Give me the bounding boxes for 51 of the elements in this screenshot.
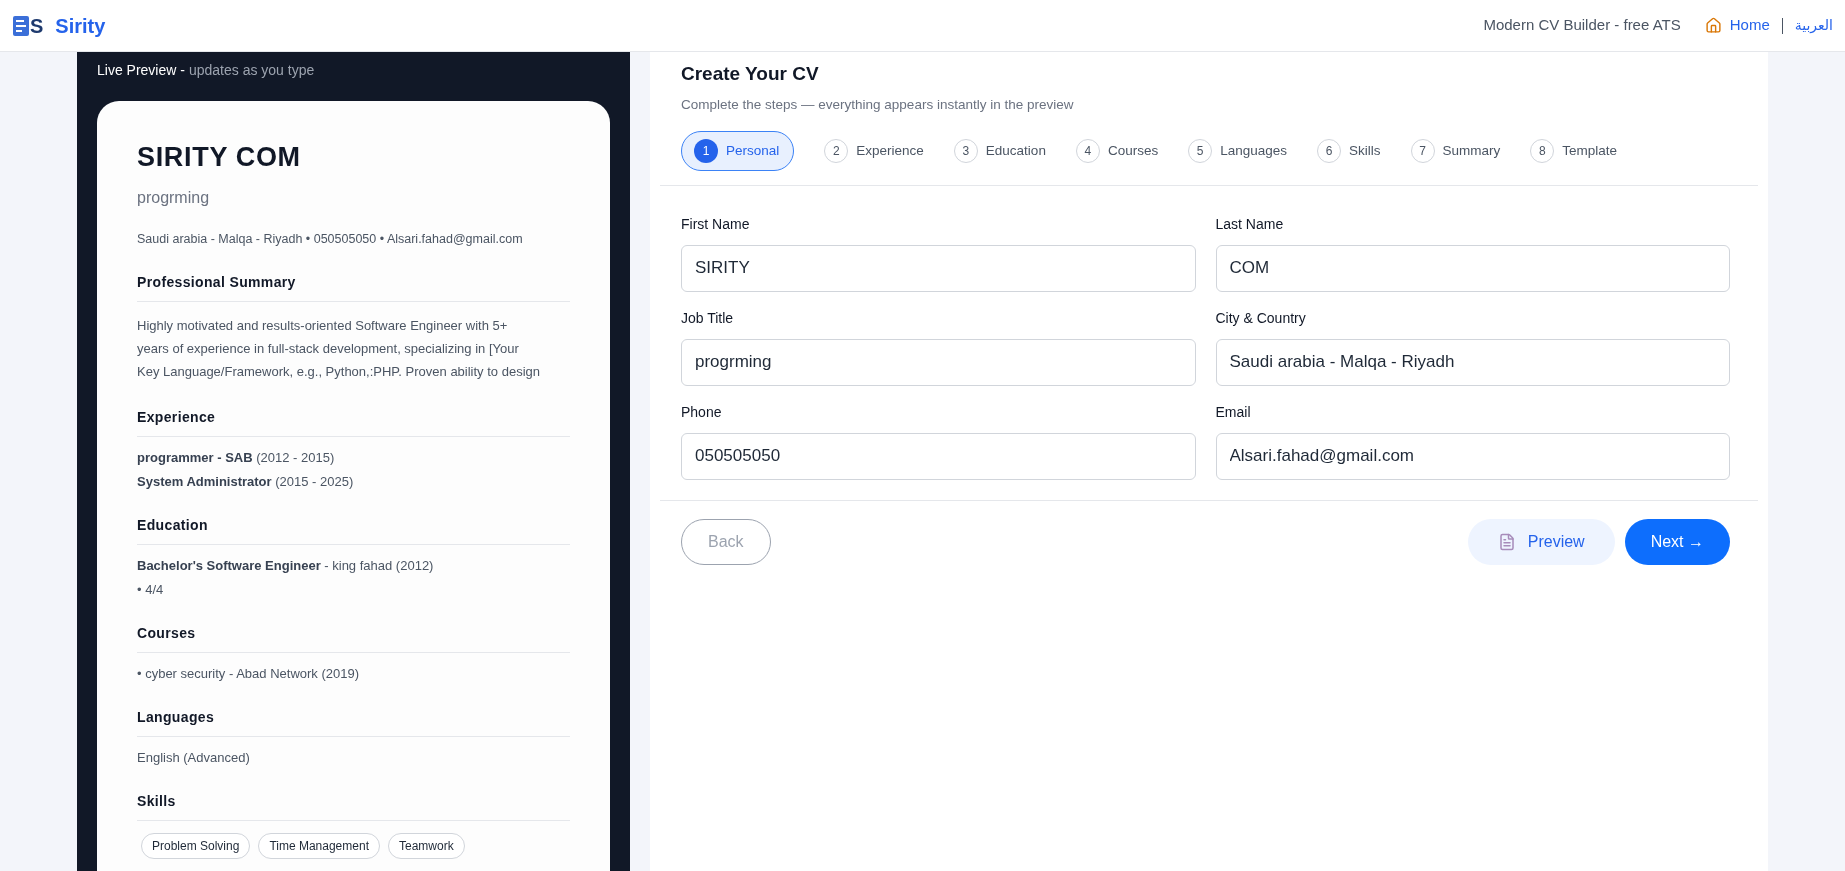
text-field[interactable]: Alsari.fahad@gmail.com [1215,432,1730,480]
document-icon [1497,532,1516,551]
step-tab[interactable]: 8 Template [1530,130,1618,171]
section-heading: Experience [137,407,570,438]
field-label: First Name [681,214,751,234]
form-subtitle: Complete the steps — everything appears instantly in the preview [681,95,1075,114]
field-label: Email [1215,402,1252,422]
cv-contact: Saudi arabia - Malqa - Riyadh • 050505050 • Alsari.fahad@gmail.com [137,230,524,248]
preview-title: Live Preview - [97,61,185,80]
section-heading: Languages [137,707,570,738]
step-tab[interactable]: 5 Languages [1188,130,1287,171]
field-label: Last Name [1215,214,1285,234]
cv-entry: English (Advanced) [137,749,251,768]
tagline: Modern CV Builder - free ATS [1483,15,1681,36]
cv-entry: • cyber security - Abad Network (2019) [137,665,361,684]
form-title: Create Your CV [681,62,820,86]
cv-entry: Bachelor's Software Engineer - king fahad (2012) [137,557,435,576]
language-link[interactable]: العربية [1794,15,1833,36]
cv-entry: • 4/4 [137,581,165,600]
text-field[interactable]: Saudi arabia - Malqa - Riyadh [1215,338,1730,386]
cv-entry: programmer - SAB (2012 - 2015) [137,449,336,468]
step-tab[interactable]: 3 Education [953,130,1046,171]
house-icon [1704,17,1722,34]
skill-tag: Problem Solving [141,833,251,860]
section-heading: Courses [137,623,570,654]
text-field[interactable]: SIRITY [681,244,1196,292]
step-tab[interactable]: 2 Experience [824,130,924,171]
next-button[interactable]: Next → [1624,518,1730,565]
text-field[interactable]: 050505050 [681,432,1196,480]
text-field[interactable]: progrming [681,338,1196,386]
preview-hint: updates as you type [188,61,315,80]
cv-name: SIRITY COM [137,141,302,174]
field-label: Phone [681,402,723,422]
section-heading: Education [137,515,570,546]
preview-button[interactable]: Preview [1467,518,1615,565]
skill-tag: Teamwork [388,833,465,860]
home-link[interactable]: Home [1729,14,1770,37]
field-label: City & Country [1215,308,1307,328]
cv-entry: System Administrator (2015 - 2025) [137,473,355,492]
cv-job-title: progrming [137,187,211,208]
text-field[interactable]: COM [1215,244,1730,292]
step-tab[interactable]: 4 Courses [1075,130,1159,171]
step-tab[interactable]: 7 Summary [1410,130,1501,171]
field-label: Job Title [681,308,735,328]
brand-name[interactable]: Sirity [55,10,106,41]
step-tab[interactable]: 6 Skills [1317,130,1381,171]
section-heading: Skills [137,791,570,822]
section-heading: Professional Summary [137,272,570,303]
skill-tag: Time Management [258,833,380,860]
summary-paragraph: Highly motivated and results-oriented Software Engineer with 5+ years of experience in full-stack development, specializing in [Your Key Language/Framework, e.g., Python,:PHP. Proven ability to design [137,317,541,382]
step-tab[interactable]: 1 Personal [681,130,795,171]
